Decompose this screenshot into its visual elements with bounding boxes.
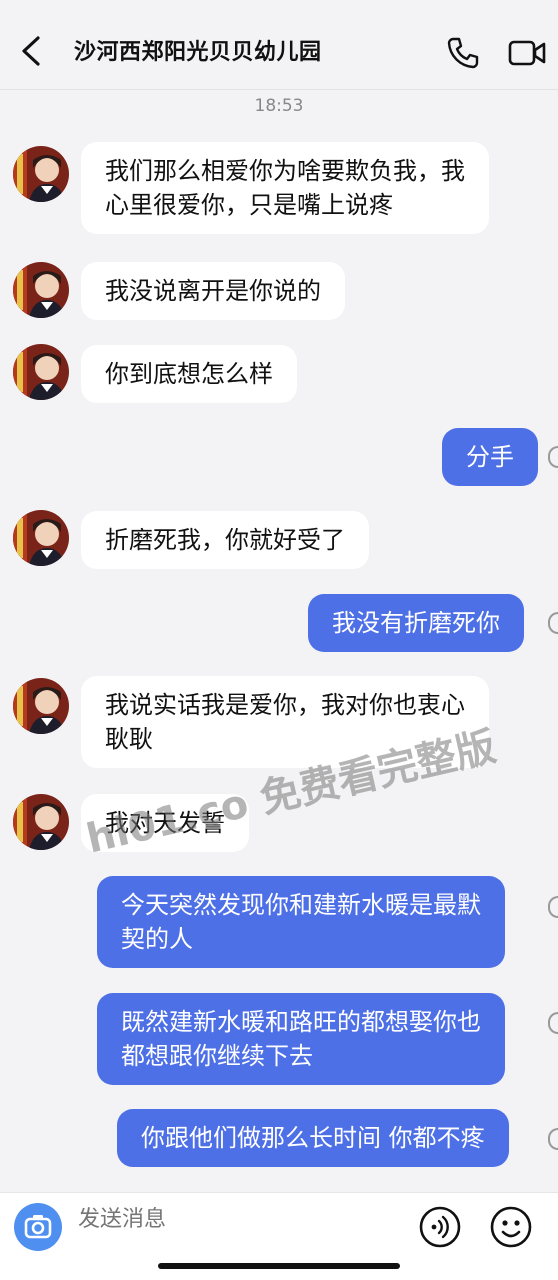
message-bubble-outgoing[interactable]: 你跟他们做那么长时间 你都不疼	[117, 1109, 509, 1167]
voice-icon[interactable]	[418, 1205, 462, 1249]
chevron-left-icon[interactable]	[18, 34, 46, 68]
avatar-photo	[13, 146, 69, 202]
message-line: 你到底想怎么样	[105, 360, 273, 388]
message-bubble-incoming[interactable]: 你到底想怎么样	[81, 345, 297, 403]
message-bubble-outgoing[interactable]: 我没有折磨死你	[308, 594, 524, 652]
own-avatar-edge	[548, 446, 558, 468]
message-line: 我们那么相爱你为啥要欺负我，我	[105, 157, 465, 185]
own-avatar-edge	[548, 1128, 558, 1150]
avatar-photo	[13, 262, 69, 318]
own-avatar-edge	[548, 1012, 558, 1034]
avatar-photo	[13, 510, 69, 566]
home-indicator	[158, 1263, 400, 1269]
own-avatar-edge	[548, 896, 558, 918]
contact-avatar[interactable]	[13, 262, 69, 318]
phone-icon[interactable]	[446, 36, 480, 70]
contact-avatar[interactable]	[13, 510, 69, 566]
contact-avatar[interactable]	[13, 678, 69, 734]
message-line: 分手	[466, 443, 514, 471]
message-line: 你跟他们做那么长时间 你都不疼	[141, 1124, 485, 1152]
emoji-icon[interactable]	[489, 1205, 533, 1249]
avatar-photo	[13, 794, 69, 850]
message-line: 我没说离开是你说的	[105, 277, 321, 305]
message-input[interactable]	[78, 1207, 398, 1232]
message-line: 契的人	[121, 925, 193, 953]
message-line: 今天突然发现你和建新水暖是最默	[121, 891, 481, 919]
message-line: 我说实话我是爱你，我对你也衷心	[105, 691, 465, 719]
message-bubble-outgoing[interactable]: 分手	[442, 428, 538, 486]
message-line: 我没有折磨死你	[332, 609, 500, 637]
own-avatar-edge	[548, 612, 558, 634]
contact-avatar[interactable]	[13, 794, 69, 850]
message-line: 既然建新水暖和路旺的都想娶你也	[121, 1008, 481, 1036]
chat-title: 沙河西郑阳光贝贝幼儿园	[74, 40, 322, 65]
message-line: 折磨死我，你就好受了	[105, 526, 345, 554]
message-line: 心里很爱你，只是嘴上说疼	[105, 191, 393, 219]
message-line: 都想跟你继续下去	[121, 1042, 313, 1070]
camera-icon	[24, 1215, 52, 1239]
avatar-photo	[13, 678, 69, 734]
contact-avatar[interactable]	[13, 344, 69, 400]
chat-header: 沙河西郑阳光贝贝幼儿园	[0, 0, 558, 90]
message-bubble-incoming[interactable]: 我说实话我是爱你，我对你也衷心 耿耿	[81, 676, 489, 768]
message-timestamp: 18:53	[254, 96, 304, 116]
message-line: 耿耿	[105, 725, 153, 753]
camera-button[interactable]	[14, 1203, 62, 1251]
avatar-photo	[13, 344, 69, 400]
contact-avatar[interactable]	[13, 146, 69, 202]
video-camera-icon[interactable]	[508, 38, 546, 68]
message-bubble-outgoing[interactable]: 既然建新水暖和路旺的都想娶你也 都想跟你继续下去	[97, 993, 505, 1085]
message-bubble-incoming[interactable]: 我对天发誓	[81, 794, 249, 852]
composer-bar	[0, 1192, 558, 1280]
message-bubble-incoming[interactable]: 我们那么相爱你为啥要欺负我，我 心里很爱你，只是嘴上说疼	[81, 142, 489, 234]
message-line: 我对天发誓	[105, 809, 225, 837]
message-bubble-incoming[interactable]: 折磨死我，你就好受了	[81, 511, 369, 569]
message-bubble-incoming[interactable]: 我没说离开是你说的	[81, 262, 345, 320]
message-bubble-outgoing[interactable]: 今天突然发现你和建新水暖是最默 契的人	[97, 876, 505, 968]
